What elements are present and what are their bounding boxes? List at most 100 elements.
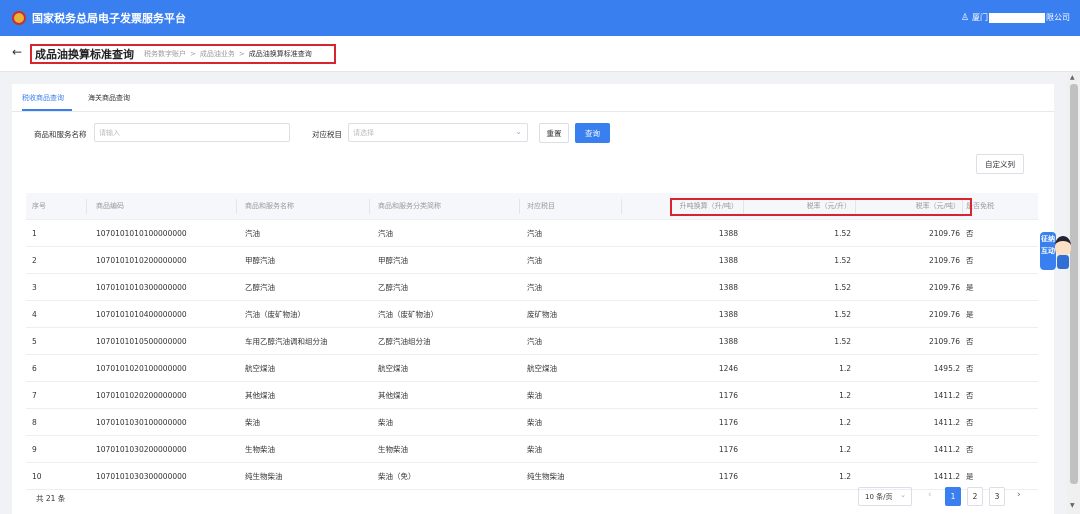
top-bar: 国家税务总局电子发票服务平台 ♙ 厦门 限公司 bbox=[0, 0, 1080, 36]
cell-liter-ton-conversion: 1176 bbox=[718, 418, 738, 427]
table-row: 8 1070101030100000000 柴油 柴油 柴油 1176 1.2 1411.2 否 bbox=[26, 409, 1038, 436]
cell-tax-exempt: 是 bbox=[966, 472, 974, 481]
cell-goods-code: 1070101020100000000 bbox=[96, 364, 187, 373]
table-row: 2 1070101010200000000 甲醇汽油 甲醇汽油 汽油 1388 1.52 21… bbox=[26, 247, 1038, 274]
cell-rate-per-liter: 1.2 bbox=[839, 418, 851, 427]
tax-emblem-icon bbox=[12, 11, 26, 25]
cell-liter-ton-conversion: 1388 bbox=[718, 283, 738, 292]
cell-rate-per-ton: 2109.76 bbox=[928, 310, 960, 319]
tab-customs-goods-query[interactable]: 海关商品查询 bbox=[88, 93, 130, 103]
breadcrumb-item[interactable]: 税务数字账户 bbox=[144, 49, 186, 59]
cell-tax-item: 航空煤油 bbox=[527, 364, 557, 373]
cell-tax-item: 汽油 bbox=[527, 337, 542, 346]
breadcrumb-item[interactable]: 成品油业务 bbox=[200, 49, 235, 59]
column-divider bbox=[519, 199, 520, 214]
column-header: 商品编码 bbox=[96, 202, 124, 210]
table-row: 4 1070101010400000000 汽油（废矿物油） 汽油（废矿物油） 废矿物油… bbox=[26, 301, 1038, 328]
cell-index: 1 bbox=[32, 229, 37, 238]
table-row: 9 1070101030200000000 生物柴油 生物柴油 柴油 1176 1.2 141… bbox=[26, 436, 1038, 463]
cell-tax-item: 柴油 bbox=[527, 418, 542, 427]
cell-tax-item: 柴油 bbox=[527, 445, 542, 454]
cell-goods-code: 1070101030300000000 bbox=[96, 472, 187, 481]
cell-goods-code: 1070101010500000000 bbox=[96, 337, 187, 346]
cell-category-short-name: 乙醇汽油组分油 bbox=[378, 337, 431, 346]
custom-columns-button[interactable]: 自定义列 bbox=[976, 154, 1024, 174]
tab-bar: 税收商品查询 海关商品查询 bbox=[12, 84, 1054, 112]
cell-tax-item: 纯生物柴油 bbox=[527, 472, 565, 481]
tax-item-label: 对应税目 bbox=[312, 130, 342, 139]
cell-liter-ton-conversion: 1176 bbox=[718, 391, 738, 400]
cell-goods-code: 1070101010200000000 bbox=[96, 256, 187, 265]
cell-rate-per-liter: 1.2 bbox=[839, 445, 851, 454]
cell-goods-name: 生物柴油 bbox=[245, 445, 275, 454]
user-menu[interactable]: ♙ 厦门 限公司 bbox=[961, 12, 1070, 23]
tax-item-select[interactable]: 请选择 ⌄ bbox=[348, 123, 528, 142]
cell-goods-name: 汽油 bbox=[245, 229, 260, 238]
cell-liter-ton-conversion: 1176 bbox=[718, 445, 738, 454]
cell-rate-per-ton: 2109.76 bbox=[928, 283, 960, 292]
user-name-suffix: 限公司 bbox=[1046, 13, 1070, 22]
cell-tax-exempt: 否 bbox=[966, 229, 974, 238]
page-button-2[interactable]: 2 bbox=[967, 487, 983, 506]
cell-rate-per-liter: 1.52 bbox=[834, 229, 851, 238]
cell-tax-exempt: 是 bbox=[966, 283, 974, 292]
cell-rate-per-ton: 1411.2 bbox=[933, 418, 960, 427]
cell-rate-per-ton: 2109.76 bbox=[928, 337, 960, 346]
cell-rate-per-ton: 2109.76 bbox=[928, 256, 960, 265]
cell-goods-name: 乙醇汽油 bbox=[245, 283, 275, 292]
cell-goods-code: 1070101030100000000 bbox=[96, 418, 187, 427]
cell-category-short-name: 汽油（废矿物油） bbox=[378, 310, 438, 319]
column-header: 商品和服务名称 bbox=[245, 202, 294, 210]
cell-index: 9 bbox=[32, 445, 37, 454]
cell-tax-exempt: 否 bbox=[966, 445, 974, 454]
cell-rate-per-ton: 1411.2 bbox=[933, 472, 960, 481]
cell-rate-per-liter: 1.2 bbox=[839, 364, 851, 373]
tab-tax-goods-query[interactable]: 税收商品查询 bbox=[22, 93, 64, 103]
active-tab-indicator bbox=[22, 109, 72, 111]
breadcrumb-separator: > bbox=[238, 50, 245, 58]
cell-rate-per-liter: 1.52 bbox=[834, 256, 851, 265]
cell-tax-item: 汽油 bbox=[527, 229, 542, 238]
app-title: 国家税务总局电子发票服务平台 bbox=[32, 12, 186, 25]
chevron-down-icon: ⌄ bbox=[515, 127, 522, 136]
scroll-thumb[interactable] bbox=[1070, 84, 1078, 484]
scroll-up-icon[interactable]: ▲ bbox=[1070, 74, 1075, 81]
reset-button[interactable]: 重置 bbox=[539, 123, 569, 143]
cell-category-short-name: 甲醇汽油 bbox=[378, 256, 408, 265]
page-button-3[interactable]: 3 bbox=[989, 487, 1005, 506]
page-scrollbar[interactable]: ▲ ▼ bbox=[1067, 72, 1080, 514]
page-button-1[interactable]: 1 bbox=[945, 487, 961, 506]
cell-liter-ton-conversion: 1388 bbox=[718, 229, 738, 238]
cell-liter-ton-conversion: 1388 bbox=[718, 256, 738, 265]
back-arrow-icon[interactable]: ← bbox=[12, 45, 22, 59]
column-header: 商品和服务分类简称 bbox=[378, 202, 441, 210]
helper-label: 征纳互动 bbox=[1040, 232, 1056, 270]
cell-index: 3 bbox=[32, 283, 37, 292]
rate-columns-highlight-box bbox=[670, 198, 972, 216]
cell-rate-per-liter: 1.2 bbox=[839, 391, 851, 400]
goods-name-input[interactable]: 请输入 bbox=[94, 123, 290, 142]
next-page-icon[interactable]: › bbox=[1017, 490, 1021, 500]
title-highlight-box: 成品油换算标准查询 税务数字账户 > 成品油业务 > 成品油换算标准查询 bbox=[30, 44, 336, 64]
cell-goods-code: 1070101020200000000 bbox=[96, 391, 187, 400]
cell-category-short-name: 其他煤油 bbox=[378, 391, 408, 400]
cell-tax-exempt: 否 bbox=[966, 337, 974, 346]
column-divider bbox=[86, 199, 87, 214]
cell-goods-name: 航空煤油 bbox=[245, 364, 275, 373]
breadcrumb-current: 成品油换算标准查询 bbox=[248, 50, 312, 58]
page-size-select[interactable]: 10 条/页 ⌄ bbox=[858, 487, 912, 506]
search-button[interactable]: 查询 bbox=[575, 123, 610, 143]
interactive-helper-widget[interactable]: 征纳互动 bbox=[1040, 226, 1076, 276]
cell-goods-code: 1070101010400000000 bbox=[96, 310, 187, 319]
cell-index: 8 bbox=[32, 418, 37, 427]
cell-tax-exempt: 否 bbox=[966, 391, 974, 400]
prev-page-icon[interactable]: ‹ bbox=[928, 490, 932, 500]
cell-goods-name: 纯生物柴油 bbox=[245, 472, 283, 481]
cell-tax-exempt: 是 bbox=[966, 310, 974, 319]
total-count: 共 21 条 bbox=[36, 494, 66, 503]
cell-category-short-name: 生物柴油 bbox=[378, 445, 408, 454]
cell-tax-item: 汽油 bbox=[527, 283, 542, 292]
scroll-down-icon[interactable]: ▼ bbox=[1070, 502, 1075, 509]
cell-tax-exempt: 否 bbox=[966, 256, 974, 265]
cell-goods-name: 其他煤油 bbox=[245, 391, 275, 400]
